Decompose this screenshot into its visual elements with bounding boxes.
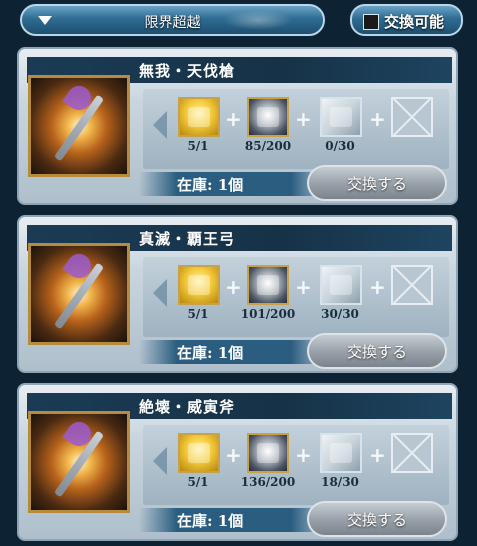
arrow-left-icon — [153, 447, 167, 475]
plus-icon: + — [369, 443, 386, 467]
material-count: 5/1 — [187, 139, 209, 153]
exchange-button[interactable]: 交換する — [307, 165, 447, 201]
gold-bar-icon — [188, 443, 210, 463]
material-slot-weapon[interactable] — [320, 97, 362, 137]
arrow-left-icon — [153, 111, 167, 139]
exchange-button-label: 交換する — [346, 175, 407, 193]
arrow-left-icon — [153, 279, 167, 307]
plus-icon: + — [295, 443, 312, 467]
material-count: 5/1 — [187, 307, 209, 321]
exchange-button[interactable]: 交換する — [307, 333, 447, 369]
material-slot-empty — [391, 433, 433, 473]
stock-bar: 在庫: 1個 — [139, 340, 329, 364]
stock-text: 在庫: 1個 — [177, 176, 244, 194]
exchange-card-1: 無我・天伐槍 + + + 5/1 85/200 0/30 在庫: 1個 交換する — [17, 47, 458, 205]
stock-text: 在庫: 1個 — [177, 512, 244, 530]
material-slot-weapon[interactable] — [320, 433, 362, 473]
gold-bar-icon — [188, 275, 210, 295]
category-dropdown-label: 限界超越 — [144, 15, 201, 31]
material-slot-gold[interactable] — [178, 97, 220, 137]
axe-icon — [330, 443, 352, 463]
category-dropdown[interactable]: 限界超越 — [20, 4, 325, 36]
material-slot-empty — [391, 265, 433, 305]
shield-icon — [257, 443, 279, 463]
material-slot-weapon[interactable] — [320, 265, 362, 305]
plus-icon: + — [369, 107, 386, 131]
material-slot-shield[interactable] — [247, 433, 289, 473]
plus-icon: + — [295, 275, 312, 299]
material-count: 0/30 — [325, 139, 355, 153]
exchange-button-label: 交換する — [346, 343, 407, 361]
material-count: 18/30 — [321, 475, 359, 489]
exchange-button[interactable]: 交換する — [307, 501, 447, 537]
stock-bar: 在庫: 1個 — [139, 172, 329, 196]
material-slot-shield[interactable] — [247, 97, 289, 137]
shield-icon — [257, 107, 279, 127]
stock-text: 在庫: 1個 — [177, 344, 244, 362]
material-count: 5/1 — [187, 475, 209, 489]
plus-icon: + — [295, 107, 312, 131]
item-portrait[interactable] — [28, 75, 130, 177]
bow-icon — [330, 275, 352, 295]
exchangeable-toggle[interactable]: 交換可能 — [350, 4, 463, 36]
exchange-button-label: 交換する — [346, 511, 407, 529]
item-title: 真滅・覇王弓 — [139, 230, 236, 248]
plus-icon: + — [369, 275, 386, 299]
material-slot-gold[interactable] — [178, 265, 220, 305]
plus-icon: + — [225, 107, 242, 131]
material-count: 30/30 — [321, 307, 359, 321]
material-count: 101/200 — [240, 307, 296, 321]
item-portrait[interactable] — [28, 243, 130, 345]
checkbox-icon — [363, 14, 379, 30]
plus-icon: + — [225, 275, 242, 299]
exchangeable-toggle-label: 交換可能 — [384, 13, 445, 31]
stock-bar: 在庫: 1個 — [139, 508, 329, 532]
material-count: 85/200 — [244, 139, 292, 153]
shield-icon — [257, 275, 279, 295]
material-slot-gold[interactable] — [178, 433, 220, 473]
item-portrait[interactable] — [28, 411, 130, 513]
plus-icon: + — [225, 443, 242, 467]
material-count: 136/200 — [240, 475, 296, 489]
top-bar: 限界超越 交換可能 — [0, 0, 477, 44]
item-title: 無我・天伐槍 — [139, 62, 236, 80]
material-slot-shield[interactable] — [247, 265, 289, 305]
material-slot-empty — [391, 97, 433, 137]
exchange-card-3: 絶壊・威寅斧 + + + 5/1 136/200 18/30 在庫: 1個 交換… — [17, 383, 458, 541]
item-title: 絶壊・威寅斧 — [139, 398, 236, 416]
gold-bar-icon — [188, 107, 210, 127]
spear-icon — [330, 107, 352, 127]
exchange-card-2: 真滅・覇王弓 + + + 5/1 101/200 30/30 在庫: 1個 交換… — [17, 215, 458, 373]
